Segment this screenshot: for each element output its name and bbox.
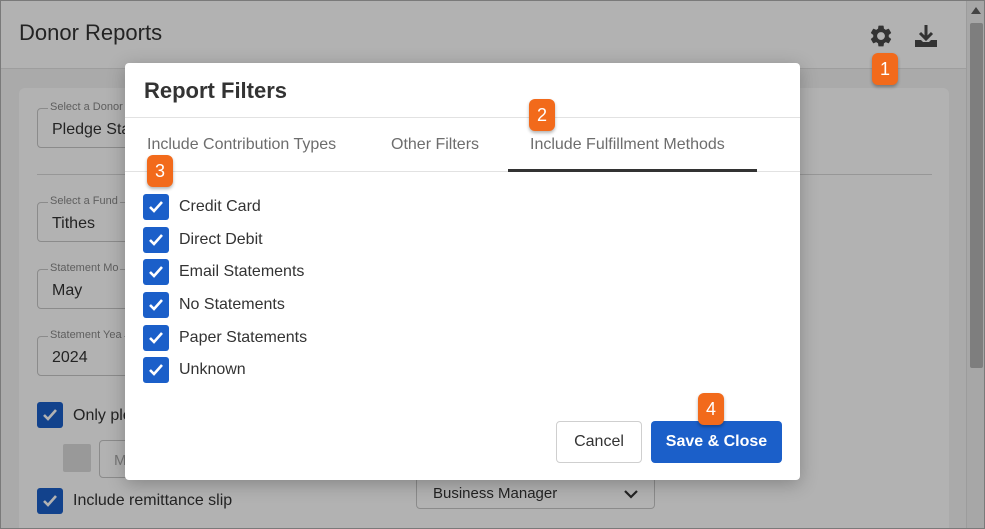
unknown-checkbox[interactable] [143, 357, 169, 383]
direct-debit-label: Direct Debit [179, 231, 263, 248]
unknown-label: Unknown [179, 361, 246, 378]
callout-badge-4: 4 [698, 393, 724, 425]
callout-badge-1: 1 [872, 53, 898, 85]
credit-card-label: Credit Card [179, 198, 261, 215]
filter-tabs: Include Contribution Types Other Filters… [125, 117, 800, 172]
save-close-button[interactable]: Save & Close [651, 421, 782, 463]
no-statements-label: No Statements [179, 296, 285, 313]
checkmark-icon [149, 201, 163, 213]
checkmark-icon [149, 332, 163, 344]
tab-contribution-types-label: Include Contribution Types [147, 136, 337, 153]
callout-badge-2: 2 [529, 99, 555, 131]
tab-other-filters-label: Other Filters [391, 136, 480, 153]
tab-other-filters[interactable]: Other Filters [371, 118, 495, 172]
email-statements-label: Email Statements [179, 263, 305, 280]
paper-statements-checkbox[interactable] [143, 325, 169, 351]
app-window: Donor Reports Select a Donor Pledge Sta … [0, 0, 985, 529]
cancel-button[interactable]: Cancel [556, 421, 642, 463]
credit-card-checkbox[interactable] [143, 194, 169, 220]
callout-badge-3: 3 [147, 155, 173, 187]
tab-fulfillment-methods-label: Include Fulfillment Methods [530, 136, 725, 153]
paper-statements-label: Paper Statements [179, 329, 308, 346]
dialog-title: Report Filters [144, 78, 288, 103]
checkmark-icon [149, 364, 163, 376]
checkmark-icon [149, 266, 163, 278]
email-statements-checkbox[interactable] [143, 259, 169, 285]
no-statements-checkbox[interactable] [143, 292, 169, 318]
checkmark-icon [149, 299, 163, 311]
checkmark-icon [149, 234, 163, 246]
direct-debit-checkbox[interactable] [143, 227, 169, 253]
